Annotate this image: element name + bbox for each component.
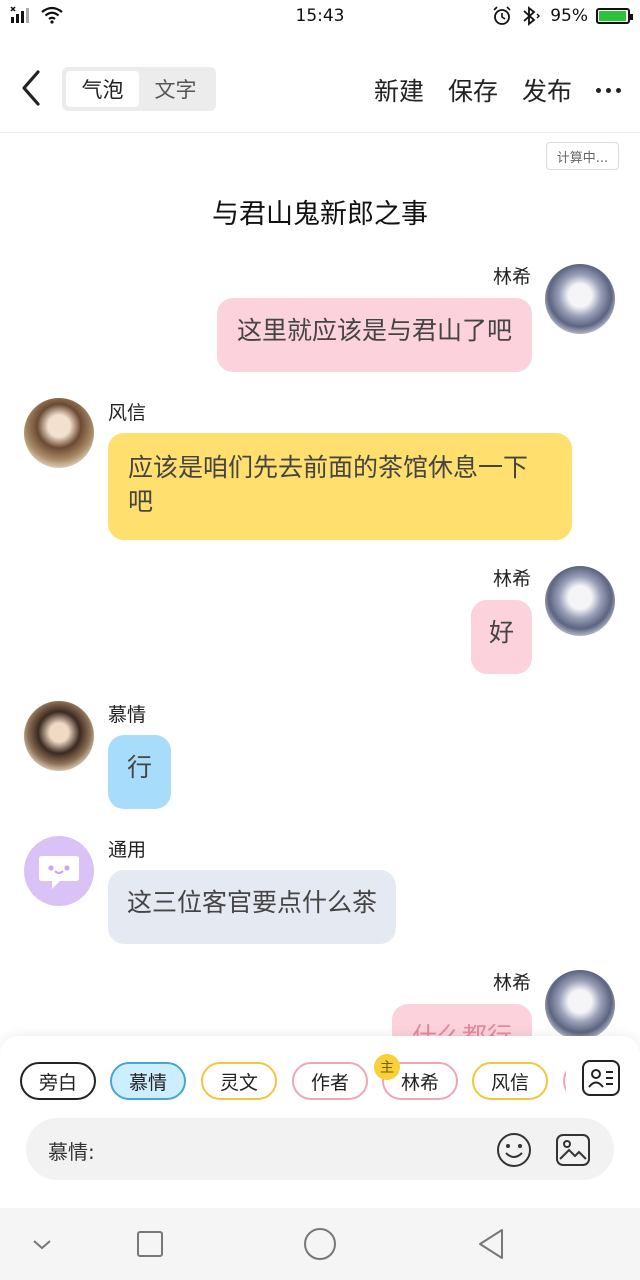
header-divider: [0, 132, 640, 133]
message-bubble[interactable]: 行: [108, 735, 172, 809]
main-role-badge: 主: [374, 1054, 400, 1080]
triangle-back-icon: [479, 1229, 503, 1259]
more-dot-icon: [595, 87, 601, 93]
chevron-left-icon: [22, 70, 40, 106]
nav-back-button[interactable]: [474, 1226, 510, 1262]
new-button[interactable]: 新建: [362, 72, 436, 108]
alarm-icon: [493, 6, 511, 25]
mode-switch: 气泡 文字: [62, 67, 216, 111]
emoji-button[interactable]: [496, 1132, 532, 1168]
nav-recents-button[interactable]: [132, 1226, 168, 1262]
sender-name: 林希: [492, 266, 531, 288]
top-bar: 气泡 文字 新建 保存 发布: [0, 56, 640, 126]
sender-name: 林希: [492, 568, 531, 590]
avatar-linxi[interactable]: [545, 566, 615, 636]
role-manager-button[interactable]: [582, 1060, 620, 1096]
avatar-linxi[interactable]: [545, 264, 615, 334]
role-chip-muqing[interactable]: 慕情: [110, 1062, 186, 1100]
role-chip-lingwen[interactable]: 灵文: [201, 1062, 277, 1100]
role-chip-more[interactable]: [563, 1062, 566, 1100]
message-input[interactable]: 慕情:: [26, 1118, 614, 1180]
sender-name: 通用: [108, 839, 147, 861]
tab-text[interactable]: 文字: [139, 71, 212, 107]
calculating-badge: 计算中...: [546, 142, 619, 170]
image-icon: [556, 1134, 590, 1166]
system-nav-bar: [0, 1208, 640, 1280]
status-bar: 15:43 95%: [0, 0, 640, 34]
nav-home-button[interactable]: [300, 1226, 336, 1262]
status-right: 95%: [492, 6, 633, 26]
sender-name: 风信: [108, 402, 147, 424]
top-actions: 新建 保存 发布: [362, 66, 640, 114]
back-button[interactable]: [14, 68, 50, 108]
square-icon: [137, 1231, 163, 1257]
story-title[interactable]: 与君山鬼新郎之事: [0, 192, 640, 231]
message-bubble[interactable]: 应该是咱们先去前面的茶馆休息一下吧: [108, 433, 572, 540]
battery-nub: [630, 14, 633, 20]
sender-name: 林希: [492, 972, 531, 994]
chat-bubble-icon: [39, 856, 79, 889]
chevron-down-icon: [33, 1240, 51, 1250]
save-button[interactable]: 保存: [436, 72, 510, 108]
more-dot-icon: [615, 87, 621, 93]
avatar-fengxin[interactable]: [24, 398, 94, 468]
avatar-linxi[interactable]: [545, 970, 615, 1040]
sender-name: 慕情: [108, 704, 147, 726]
speaker-label: 慕情:: [48, 1140, 95, 1164]
contacts-icon: [588, 1069, 613, 1088]
role-chip-list: 旁白 慕情 灵文 作者 林希 风信: [20, 1062, 566, 1100]
role-chip-fengxin[interactable]: 风信: [472, 1062, 548, 1100]
tab-bubble[interactable]: 气泡: [66, 71, 139, 107]
battery-icon: [596, 8, 633, 24]
publish-button[interactable]: 发布: [510, 72, 584, 108]
avatar-muqing[interactable]: [24, 701, 94, 771]
smiley-icon: [497, 1133, 531, 1167]
battery-fill: [599, 11, 626, 21]
message-bubble[interactable]: 这里就应该是与君山了吧: [216, 298, 532, 372]
more-dot-icon: [605, 87, 611, 93]
avatar-general[interactable]: [24, 836, 94, 906]
battery-percent: 95%: [550, 6, 588, 26]
more-options-button[interactable]: [584, 87, 640, 93]
bluetooth-icon: [523, 6, 541, 26]
image-button[interactable]: [554, 1131, 592, 1169]
message-bubble[interactable]: 好: [470, 600, 532, 674]
message-bubble[interactable]: 这三位客官要点什么茶: [108, 870, 397, 944]
role-chip-author[interactable]: 作者: [292, 1062, 368, 1100]
circle-icon: [304, 1228, 336, 1260]
nav-hide-button[interactable]: [24, 1226, 60, 1262]
role-chip-narrator[interactable]: 旁白: [20, 1062, 96, 1100]
